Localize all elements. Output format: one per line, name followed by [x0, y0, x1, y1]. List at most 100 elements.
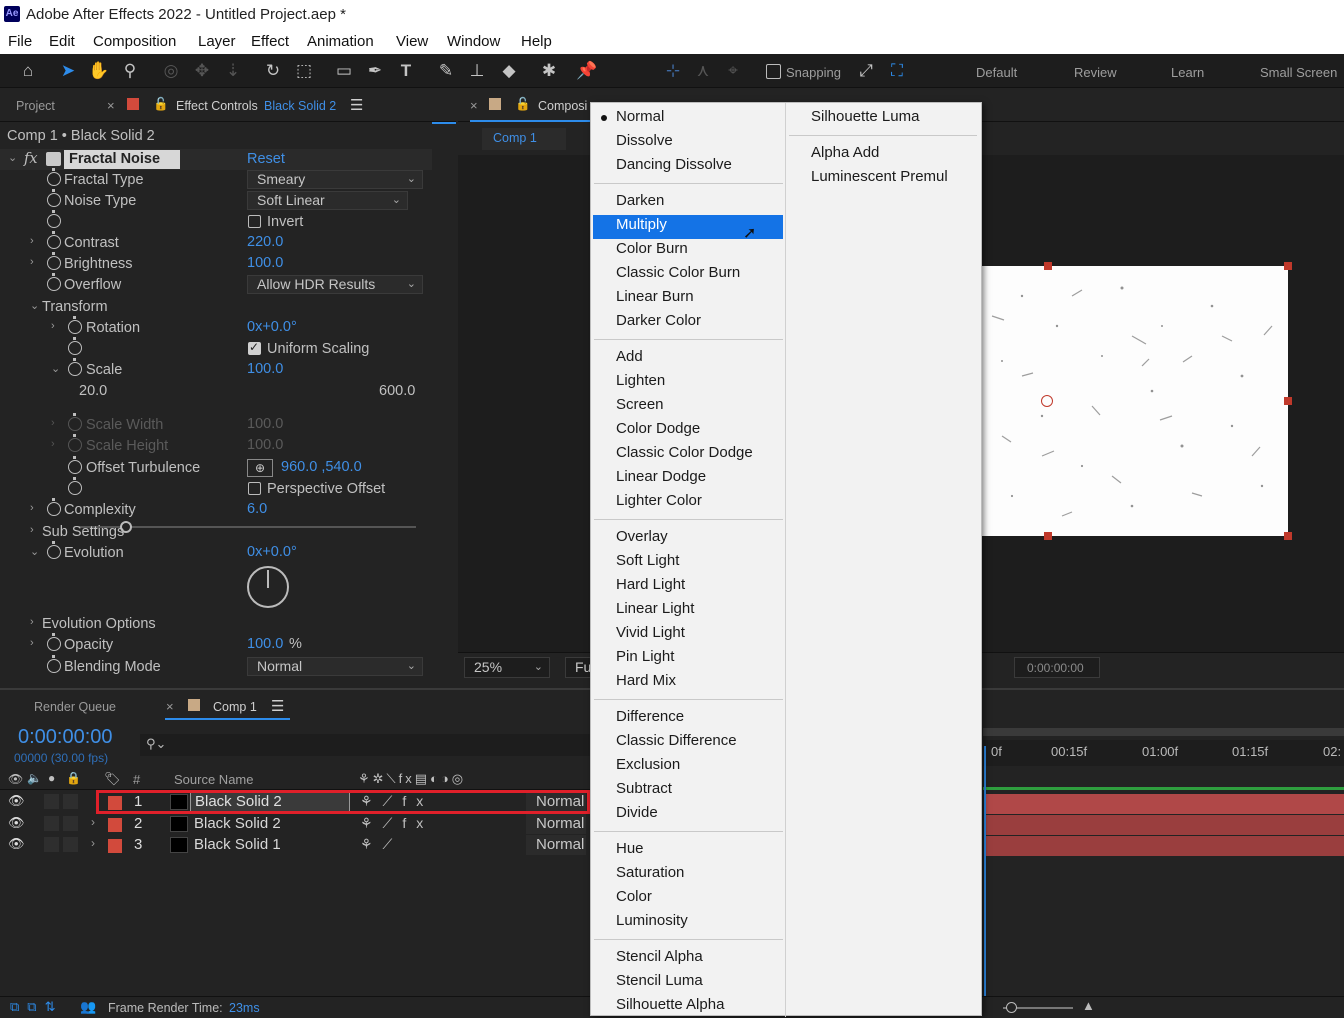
orbit-camera-icon[interactable]: ◎ [160, 60, 182, 82]
menu-item-alpha-add[interactable]: Alpha Add [811, 144, 879, 161]
audio-icon[interactable]: 🔈 [27, 771, 42, 785]
menu-item-dissolve[interactable]: Dissolve [616, 132, 673, 149]
type-tool-icon[interactable]: T [395, 60, 417, 82]
stopwatch-icon[interactable] [68, 477, 82, 495]
offset-turbulence-value[interactable]: 960.0 ,540.0 [281, 459, 362, 475]
view-axis-icon[interactable]: ⌖ [722, 60, 744, 82]
stopwatch-icon[interactable] [47, 210, 61, 228]
menu-item-subtract[interactable]: Subtract [616, 780, 672, 797]
puppet-pin-icon[interactable]: 📌 [576, 60, 598, 82]
workspace-default[interactable]: Default [976, 65, 1017, 80]
chevron-right-icon[interactable]: › [51, 320, 55, 332]
layer-track-bar[interactable] [985, 815, 1344, 835]
menu-item-linear-light[interactable]: Linear Light [616, 600, 694, 617]
menu-item-lighten[interactable]: Lighten [616, 372, 665, 389]
layer-label-swatch[interactable] [108, 839, 122, 853]
snap-edges-icon[interactable]: ⤢ [855, 60, 877, 82]
transform-handle[interactable] [1284, 532, 1292, 540]
selection-tool-icon[interactable]: ➤ [57, 60, 79, 82]
layer-label-swatch[interactable] [108, 818, 122, 832]
tab-render-queue[interactable]: Render Queue [34, 700, 116, 714]
lock-icon[interactable]: 🔓 [515, 97, 531, 112]
expand-chevron-icon[interactable]: ⌄ [8, 151, 17, 164]
anchor-point-icon[interactable] [1041, 395, 1053, 407]
layer-search-input[interactable]: ⚲⌄ [140, 734, 590, 756]
stopwatch-icon[interactable] [68, 337, 82, 355]
blending-mode-dropdown[interactable]: Normal ⌄ [247, 657, 423, 676]
menu-item-color-burn[interactable]: Color Burn [616, 240, 688, 257]
menu-item-divide[interactable]: Divide [616, 804, 658, 821]
stopwatch-icon[interactable] [68, 456, 82, 474]
workspace-review[interactable]: Review [1074, 65, 1117, 80]
uniform-scaling-checkbox[interactable] [248, 340, 261, 355]
zoom-tool-icon[interactable]: ⚲ [119, 60, 141, 82]
chevron-right-icon[interactable]: › [51, 417, 55, 429]
layer-mode-dropdown[interactable]: Normal [526, 835, 586, 855]
solo-toggle[interactable] [63, 816, 78, 831]
close-icon[interactable]: × [470, 98, 478, 113]
workspace-learn[interactable]: Learn [1171, 65, 1204, 80]
rectangle-tool-icon[interactable]: ▭ [333, 60, 355, 82]
menu-item-darker-color[interactable]: Darker Color [616, 312, 701, 329]
menu-item-classic-color-burn[interactable]: Classic Color Burn [616, 264, 740, 281]
audio-toggle[interactable] [44, 816, 59, 831]
roto-brush-icon[interactable]: ✱ [538, 60, 560, 82]
menu-view[interactable]: View [396, 33, 428, 50]
invert-checkbox[interactable] [248, 215, 261, 228]
menu-effect[interactable]: Effect [251, 33, 289, 50]
solo-toggle[interactable] [63, 794, 78, 809]
audio-toggle[interactable] [44, 794, 59, 809]
rotation-value[interactable]: 0x+0.0° [247, 319, 297, 335]
menu-item-pin-light[interactable]: Pin Light [616, 648, 674, 665]
expand-chevron-icon[interactable]: ⌄ [51, 362, 60, 375]
menu-item-stencil-luma[interactable]: Stencil Luma [616, 972, 703, 989]
footer-toggle-icons[interactable]: ⧉⧉⇅ [10, 999, 63, 1015]
workspace-small-screen[interactable]: Small Screen [1260, 65, 1337, 80]
menu-animation[interactable]: Animation [307, 33, 374, 50]
chevron-right-icon[interactable]: › [91, 815, 95, 829]
time-ruler[interactable]: 0f 00:15f 01:00f 01:15f 02: [983, 740, 1344, 766]
menu-item-darken[interactable]: Darken [616, 192, 664, 209]
overflow-dropdown[interactable]: Allow HDR Results ⌄ [247, 275, 423, 294]
eraser-tool-icon[interactable]: ◆ [498, 60, 520, 82]
zoom-dropdown[interactable]: 25% ⌄ [464, 657, 550, 678]
menu-item-multiply[interactable]: Multiply [616, 216, 667, 233]
stopwatch-icon[interactable] [68, 358, 82, 376]
menu-item-exclusion[interactable]: Exclusion [616, 756, 680, 773]
snapping-checkbox[interactable] [766, 64, 781, 79]
menu-help[interactable]: Help [521, 33, 552, 50]
layer-switches[interactable]: ⚘⟋ [360, 836, 402, 853]
stopwatch-icon[interactable] [47, 252, 61, 270]
work-area-bar[interactable] [983, 728, 1344, 736]
stopwatch-icon[interactable] [47, 541, 61, 559]
lock-icon[interactable]: 🔒 [66, 771, 81, 785]
stopwatch-icon[interactable] [47, 655, 61, 673]
evolution-dial[interactable] [247, 566, 289, 608]
menu-item-add[interactable]: Add [616, 348, 643, 365]
stopwatch-icon[interactable] [47, 168, 61, 186]
home-icon[interactable]: ⌂ [17, 60, 39, 82]
playhead[interactable] [984, 746, 986, 1016]
chevron-right-icon[interactable]: › [91, 836, 95, 850]
transform-handle[interactable] [1284, 262, 1292, 270]
menu-item-soft-light[interactable]: Soft Light [616, 552, 679, 569]
world-axis-icon[interactable]: ⋏ [692, 60, 714, 82]
transform-handle[interactable] [1044, 262, 1052, 270]
lock-icon[interactable]: 🔓 [153, 97, 169, 112]
dolly-camera-icon[interactable]: ⇣ [222, 60, 244, 82]
eye-icon[interactable]: 👁 [8, 793, 25, 809]
stopwatch-icon[interactable] [47, 231, 61, 249]
stopwatch-icon[interactable] [47, 498, 61, 516]
reset-link[interactable]: Reset [247, 151, 285, 167]
effect-name[interactable]: Fractal Noise [64, 150, 180, 169]
stopwatch-icon[interactable] [47, 633, 61, 651]
zoom-slider-knob[interactable] [1006, 1002, 1017, 1013]
menu-item-dancing-dissolve[interactable]: Dancing Dissolve [616, 156, 732, 173]
brightness-value[interactable]: 100.0 [247, 255, 283, 271]
menu-edit[interactable]: Edit [49, 33, 75, 50]
solo-toggle[interactable] [63, 837, 78, 852]
menu-item-luminescent-premul[interactable]: Luminescent Premul [811, 168, 948, 185]
tab-effect-controls[interactable]: Effect Controls [176, 99, 258, 113]
tab-comp1[interactable]: Comp 1 [213, 700, 257, 714]
pan-camera-icon[interactable]: ✥ [191, 60, 213, 82]
